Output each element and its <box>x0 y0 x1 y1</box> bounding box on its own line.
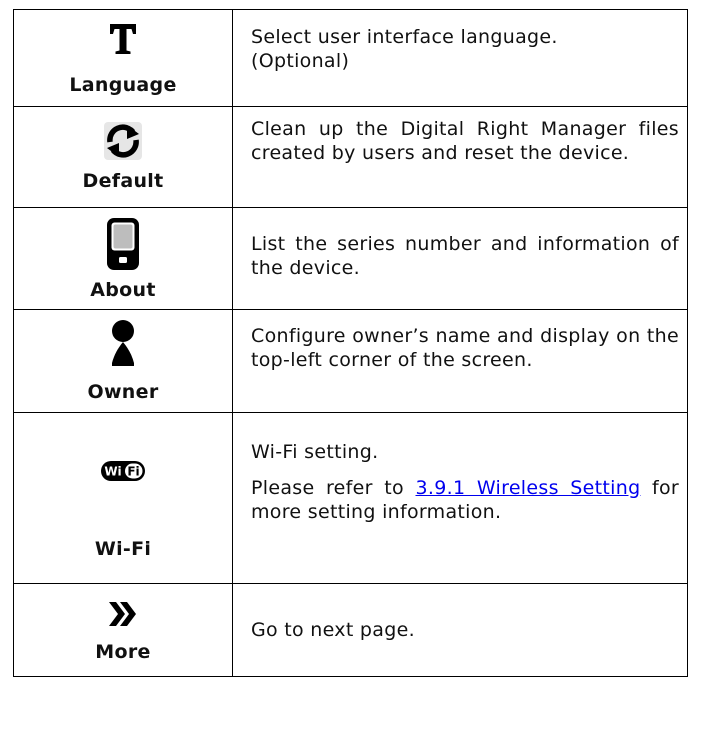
option-description: Select user interface language. (Optiona… <box>232 9 688 107</box>
owner-person-icon <box>14 319 232 367</box>
description-text: Wi-Fi setting. <box>251 441 379 463</box>
option-label: About <box>90 278 156 301</box>
option-description: Clean up the Digital Right Manager files… <box>232 106 688 208</box>
description-text: Clean up the Digital Right Manager files… <box>251 118 679 164</box>
option-description: Configure owner’s name and display on th… <box>232 309 688 413</box>
option-cell-default[interactable]: Default <box>13 106 233 208</box>
description-text: Configure owner’s name and display on th… <box>251 325 679 371</box>
option-cell-owner[interactable]: Owner <box>13 309 233 413</box>
svg-text:Fi: Fi <box>127 465 139 479</box>
table-row: About List the series number and informa… <box>13 207 688 310</box>
option-cell-more[interactable]: More <box>13 583 233 677</box>
option-cell-about[interactable]: About <box>13 207 233 310</box>
settings-table: Language Select user interface language.… <box>13 9 688 677</box>
table-row: Owner Configure owner’s name and display… <box>13 309 688 413</box>
description-line: (Optional) <box>251 50 350 72</box>
table-row: Default Clean up the Digital Right Manag… <box>13 106 688 208</box>
option-label: More <box>95 641 151 663</box>
note-prefix: Please refer to <box>251 477 404 499</box>
description-text: Go to next page. <box>251 619 415 641</box>
wireless-setting-link[interactable]: 3.9.1 Wireless Setting <box>416 477 641 499</box>
option-cell-wifi[interactable]: Wi Fi Wi-Fi <box>13 412 233 584</box>
option-label: Owner <box>87 380 159 403</box>
description-line: Select user interface language. <box>251 26 558 48</box>
reset-arrows-icon <box>14 121 232 161</box>
table-row: Language Select user interface language.… <box>13 9 688 107</box>
language-t-icon <box>14 21 232 57</box>
svg-text:Wi: Wi <box>104 465 121 479</box>
double-chevron-right-icon <box>14 600 232 628</box>
option-label: Wi-Fi <box>94 538 152 560</box>
option-cell-language[interactable]: Language <box>13 9 233 107</box>
device-info-icon <box>14 216 232 272</box>
table-row: More Go to next page. <box>13 583 688 677</box>
description-note: Please refer to 3.9.1 Wireless Setting f… <box>251 476 679 524</box>
description-text: List the series number and information o… <box>251 233 679 279</box>
table-row: Wi Fi Wi-Fi Wi-Fi setting. Please refer … <box>13 412 688 584</box>
option-description: Go to next page. <box>232 583 688 677</box>
option-description: Wi-Fi setting. Please refer to 3.9.1 Wir… <box>232 412 688 584</box>
option-label: Language <box>69 74 177 96</box>
option-label: Default <box>82 170 164 192</box>
wifi-badge-icon: Wi Fi <box>14 459 232 483</box>
option-description: List the series number and information o… <box>232 207 688 310</box>
